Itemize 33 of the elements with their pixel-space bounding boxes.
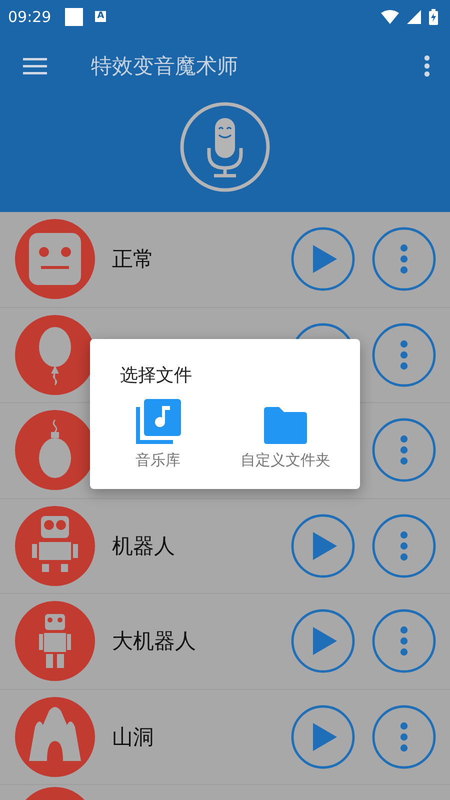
more-options-button[interactable] (372, 514, 436, 578)
music-library-icon[interactable] (134, 399, 181, 445)
status-time: 09:29 (8, 8, 52, 26)
notification-icon (65, 8, 84, 26)
signal-icon (407, 10, 421, 24)
play-button[interactable] (291, 704, 355, 769)
more-options-button[interactable] (372, 418, 436, 482)
more-options-button[interactable] (372, 227, 436, 292)
menu-icon[interactable] (23, 57, 47, 75)
more-options-button[interactable] (372, 704, 436, 769)
effect-name: 机器人 (112, 532, 175, 560)
play-button[interactable] (291, 227, 355, 292)
overflow-menu-icon[interactable] (424, 55, 430, 77)
option-label[interactable]: 自定义文件夹 (240, 451, 330, 470)
dialog-title: 选择文件 (120, 364, 193, 387)
effect-name: 大机器人 (112, 628, 196, 656)
more-options-button[interactable] (372, 609, 436, 674)
more-options-button[interactable] (372, 322, 436, 387)
option-label[interactable]: 音乐库 (135, 451, 180, 470)
app-title: 特效变音魔术师 (91, 53, 238, 80)
effect-name: 正常 (112, 246, 154, 274)
battery-icon (429, 8, 438, 24)
wifi-icon (381, 10, 399, 24)
microphone-button[interactable] (179, 101, 271, 193)
effect-name: 山洞 (112, 724, 154, 751)
effect-avatar-icon (15, 601, 95, 682)
effect-avatar-icon (15, 696, 95, 777)
effect-avatar-icon (15, 506, 95, 586)
folder-icon[interactable] (262, 407, 308, 445)
effect-avatar-icon (15, 219, 95, 300)
play-button[interactable] (291, 609, 355, 674)
notification-glyph: A (95, 11, 106, 22)
play-button[interactable] (291, 514, 355, 578)
